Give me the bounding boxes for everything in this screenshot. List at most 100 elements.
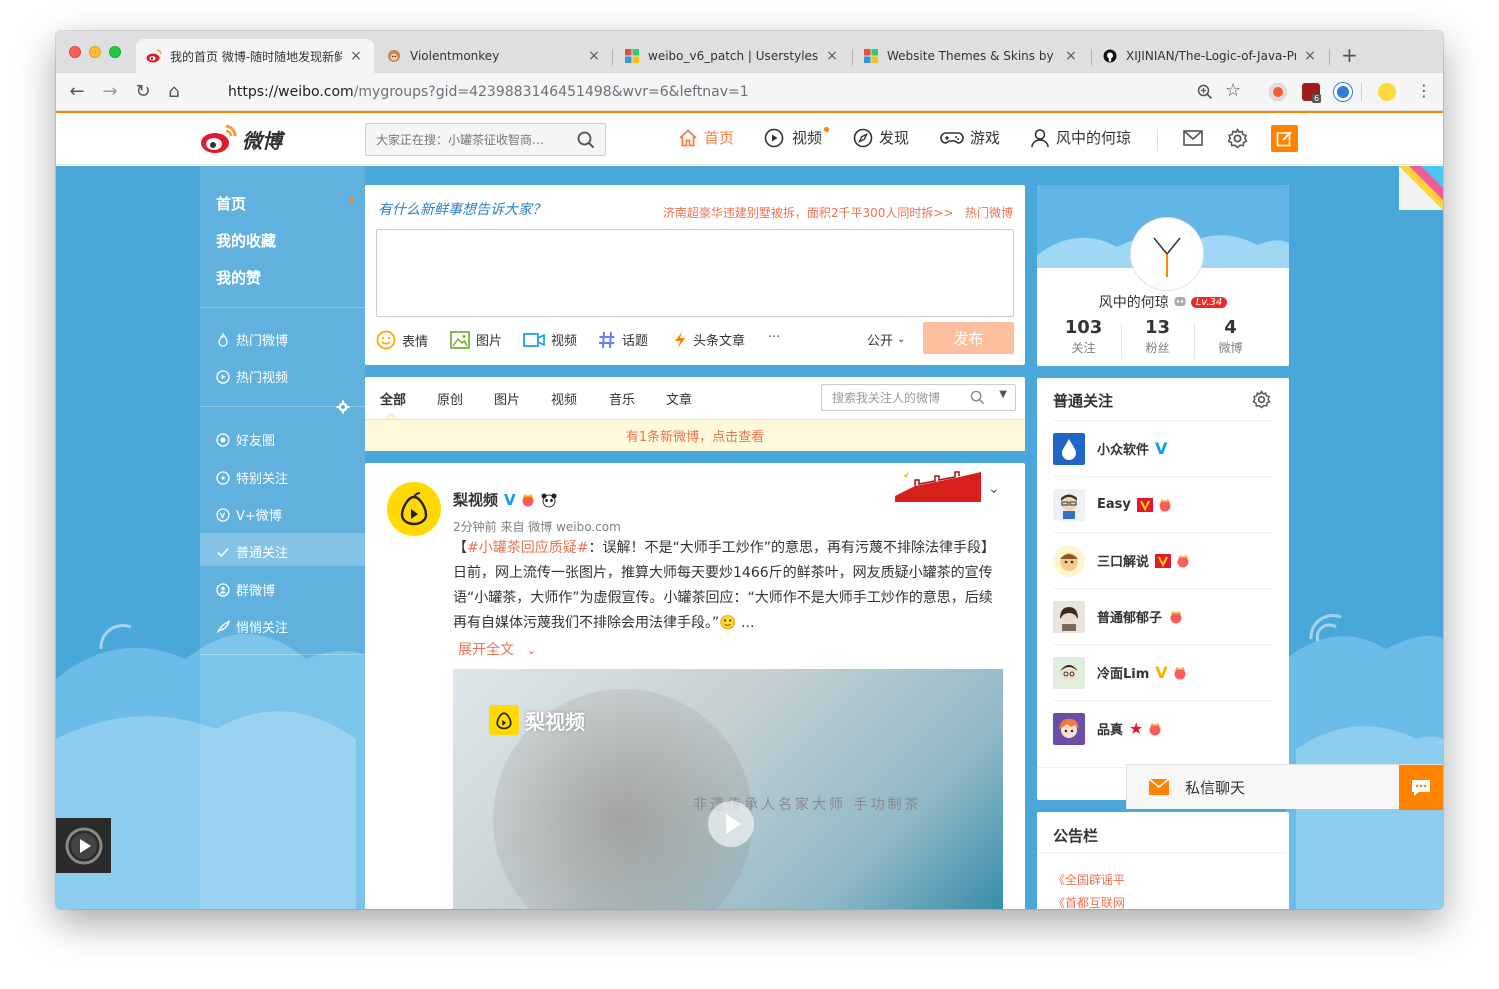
hot-weibo-link[interactable]: 热门微博 — [965, 206, 1013, 220]
close-tab-icon[interactable]: × — [1063, 48, 1079, 64]
post-video[interactable]: 梨视频 非遗传承人名家大师 手功制茶 — [453, 669, 1003, 909]
follow-item[interactable]: 冷面Lim V — [1053, 644, 1272, 700]
weibo-logo[interactable]: 微博 — [200, 123, 282, 155]
follow-item[interactable]: 小众软件 V — [1053, 420, 1272, 476]
more-tools-button[interactable]: ··· — [768, 330, 780, 345]
sidebar-item-special-follow[interactable]: 特别关注 — [216, 468, 288, 487]
menu-kebab-icon[interactable]: ⋮ — [1416, 81, 1432, 100]
home-icon[interactable]: ⌂ — [163, 81, 185, 102]
nav-home[interactable]: 首页 — [678, 127, 734, 148]
chat-open-button[interactable] — [1399, 765, 1443, 810]
publish-button[interactable]: 发布 — [923, 322, 1014, 354]
post-hashtag[interactable]: #小罐茶回应质疑# — [467, 540, 588, 556]
hot-topic-link[interactable]: 济南超豪华违建别墅被拆，面积2千平300人同时拆>> — [663, 206, 954, 220]
zoom-window-button[interactable] — [109, 46, 121, 58]
profile-name[interactable]: 风中的何琼 Lv.34 — [1037, 292, 1289, 312]
stat-followers[interactable]: 13 粉丝 — [1121, 317, 1194, 356]
tab-userstyles[interactable]: weibo_v6_patch | Userstyles.org × — [614, 39, 850, 73]
tab-github[interactable]: XIJINIAN/The-Logic-of-Java-Programming × — [1092, 39, 1328, 73]
profile-avatar[interactable] — [1131, 218, 1203, 290]
sidebar-item-likes[interactable]: 我的赞 — [216, 267, 261, 288]
nav-discover[interactable]: 发现 — [853, 127, 909, 148]
tab-violentmonkey[interactable]: Violentmonkey × — [376, 39, 612, 73]
bookmark-star-icon[interactable]: ☆ — [1225, 80, 1241, 101]
tab-weibo[interactable]: 我的首页 微博-随时随地发现新鲜事 × — [136, 39, 374, 73]
stat-posts[interactable]: 4 微博 — [1194, 317, 1267, 356]
new-tab-icon[interactable]: + — [1341, 43, 1358, 67]
play-button[interactable] — [708, 801, 754, 847]
target-icon — [216, 470, 230, 485]
minimize-window-button[interactable] — [89, 46, 101, 58]
userstyles-icon — [624, 48, 640, 64]
sidebar-item-hot-weibo[interactable]: 热门微博 — [216, 330, 288, 349]
search-icon[interactable] — [577, 131, 595, 149]
close-tab-icon[interactable]: × — [1302, 48, 1318, 64]
zoom-icon[interactable] — [1197, 84, 1213, 100]
emoji-button[interactable]: 表情 — [376, 330, 428, 350]
tab-images[interactable]: 图片 — [494, 389, 520, 408]
search-icon[interactable] — [970, 390, 985, 405]
follow-item[interactable]: 品真 ★ — [1053, 700, 1272, 756]
tab-articles[interactable]: 文章 — [666, 389, 692, 408]
close-tab-icon[interactable]: × — [824, 48, 840, 64]
post-menu-chevron-icon[interactable]: ⌄ — [988, 481, 1000, 497]
close-tab-icon[interactable]: × — [348, 48, 364, 64]
sidebar-item-group-weibo[interactable]: 群微博 — [216, 580, 275, 599]
sidebar-item-secret-follow[interactable]: 悄悄关注 — [216, 617, 288, 636]
post-avatar[interactable] — [387, 482, 441, 536]
nav-game[interactable]: 游戏 — [940, 127, 1000, 148]
tab-all[interactable]: 全部 — [380, 389, 406, 408]
sidebar-item-normal-follow[interactable]: 普通关注 — [216, 542, 288, 561]
close-window-button[interactable] — [69, 46, 81, 58]
settings-gear-icon[interactable] — [336, 400, 350, 414]
extension-blue-icon[interactable] — [1334, 83, 1352, 101]
tab-original[interactable]: 原创 — [437, 389, 463, 408]
settings-gear-icon[interactable] — [1252, 390, 1271, 409]
new-post-notice[interactable]: 有1条新微博，点击查看 — [365, 419, 1025, 451]
sidebar-item-favorites[interactable]: 我的收藏 — [216, 230, 276, 251]
sidebar-item-hot-video[interactable]: 热门视频 — [216, 367, 288, 386]
mail-icon[interactable] — [1183, 129, 1203, 147]
sidebar-item-vplus[interactable]: V+微博 — [216, 505, 282, 524]
follow-item[interactable]: 普通郁郁子 — [1053, 588, 1272, 644]
profile-avatar-icon[interactable] — [1378, 83, 1396, 101]
image-icon — [450, 330, 470, 349]
article-button[interactable]: 头条文章 — [673, 330, 745, 349]
follow-item[interactable]: Easy — [1053, 476, 1272, 532]
close-tab-icon[interactable]: × — [586, 48, 602, 64]
compose-textarea[interactable] — [376, 229, 1014, 317]
follow-item[interactable]: 三口解说 — [1053, 532, 1272, 588]
sidebar-item-friends-circle[interactable]: 好友圈 — [216, 430, 275, 449]
nav-user[interactable]: 风中的何琼 — [1030, 127, 1131, 148]
address-bar[interactable]: https://weibo.com/mygroups?gid=423988314… — [198, 77, 1234, 107]
search-input[interactable]: 大家正在搜：小罐茶征收智商… — [365, 123, 606, 156]
compose-button[interactable] — [1271, 125, 1298, 152]
tab-music[interactable]: 音乐 — [609, 389, 635, 408]
stat-following[interactable]: 103 关注 — [1047, 317, 1120, 356]
skin-corner-icon[interactable] — [1399, 166, 1443, 210]
nav-video[interactable]: 视频 — [764, 127, 829, 148]
bulletin-link[interactable]: 《首都互联网 — [1053, 894, 1125, 909]
bulletin-link[interactable]: 《全国辟谣平 — [1053, 871, 1125, 888]
back-icon[interactable]: ← — [66, 81, 88, 102]
reload-icon[interactable]: ↻ — [132, 81, 154, 102]
forward-icon[interactable]: → — [99, 81, 121, 102]
private-chat-bar[interactable]: 私信聊天 — [1126, 764, 1443, 810]
expand-full-text-link[interactable]: 展开全文 ⌄ — [458, 639, 537, 659]
settings-gear-icon[interactable] — [1227, 128, 1248, 149]
feed-search-input[interactable]: 搜索我关注人的微博 ▼ — [821, 384, 1016, 411]
group-icon — [216, 582, 230, 597]
sidebar-item-home[interactable]: 首页 — [216, 193, 246, 214]
image-button[interactable]: 图片 — [450, 330, 502, 349]
video-button[interactable]: 视频 — [523, 330, 577, 349]
tab-stylish[interactable]: Website Themes & Skins by Stylish × — [853, 39, 1089, 73]
follow-list-card: 普通关注 小众软件 V Easy 三口解说 普通郁郁子 冷面Lim V 品真 ★ — [1037, 378, 1289, 800]
extension-record-icon[interactable] — [1269, 83, 1287, 101]
stat-label: 关注 — [1071, 341, 1096, 355]
topic-button[interactable]: 话题 — [598, 330, 648, 349]
visibility-dropdown[interactable]: 公开 ⌄ — [867, 330, 905, 349]
caret-down-icon[interactable]: ▼ — [999, 389, 1007, 400]
tab-videos[interactable]: 视频 — [551, 389, 577, 408]
floating-player[interactable] — [56, 818, 111, 873]
post-author[interactable]: 梨视频 V — [453, 489, 558, 510]
